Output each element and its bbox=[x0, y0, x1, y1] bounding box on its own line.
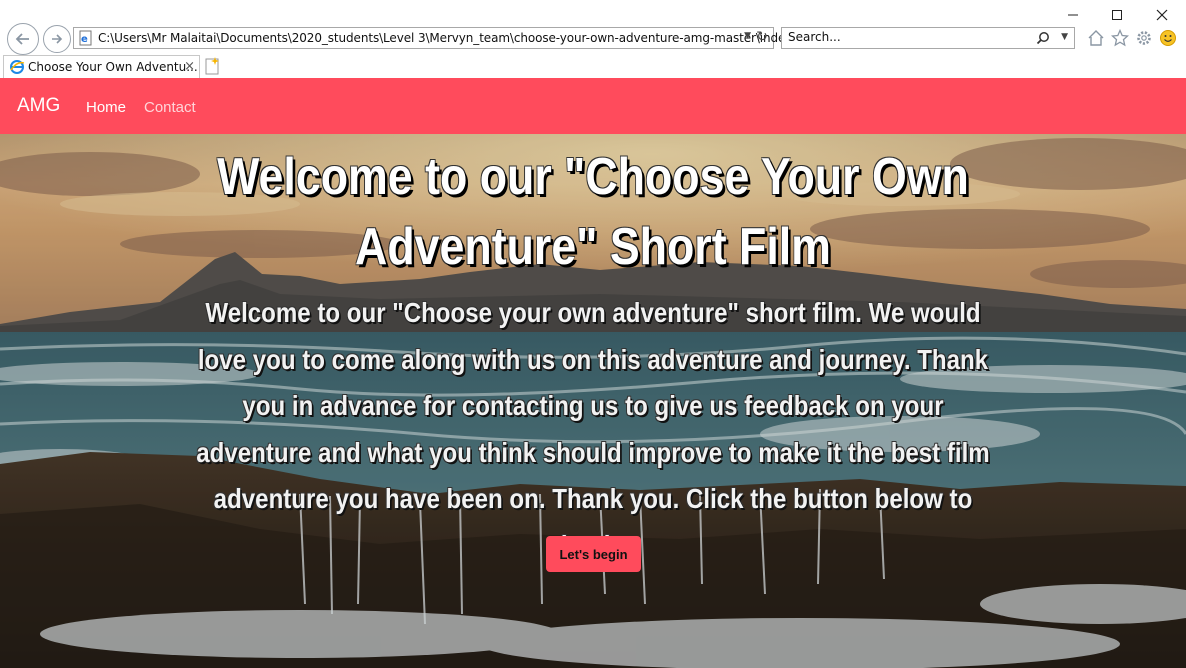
settings-button[interactable] bbox=[1134, 28, 1154, 48]
search-box[interactable]: ▼ bbox=[781, 27, 1075, 49]
search-icon[interactable] bbox=[1036, 31, 1050, 45]
site-brand[interactable]: AMG bbox=[17, 95, 60, 117]
forward-icon bbox=[52, 34, 63, 44]
web-page: AMG Home Contact Welcome to our "Choose … bbox=[0, 78, 1186, 668]
maximize-icon bbox=[1112, 10, 1122, 20]
svg-text:e: e bbox=[81, 34, 88, 45]
ie-page-icon: e bbox=[79, 30, 92, 46]
smiley-feedback-icon bbox=[1160, 30, 1176, 46]
forward-button[interactable] bbox=[43, 25, 71, 53]
hero-section: Welcome to our "Choose Your Own Adventur… bbox=[0, 134, 1186, 668]
site-navbar: AMG Home Contact bbox=[0, 78, 1186, 134]
close-icon bbox=[1156, 9, 1168, 21]
tab-close-icon[interactable]: × bbox=[184, 59, 195, 74]
browser-chrome: e C:\Users\Mr Malaitai\Documents\2020_st… bbox=[0, 0, 1186, 78]
settings-gear-icon bbox=[1137, 31, 1151, 45]
search-input[interactable] bbox=[788, 30, 1028, 44]
home-button[interactable] bbox=[1086, 28, 1106, 48]
address-bar[interactable]: e C:\Users\Mr Malaitai\Documents\2020_st… bbox=[73, 27, 796, 49]
hero-intro-text: Welcome to our "Choose your own adventur… bbox=[196, 297, 990, 561]
address-url[interactable]: C:\Users\Mr Malaitai\Documents\2020_stud… bbox=[98, 31, 796, 45]
home-icon bbox=[1088, 30, 1104, 46]
close-window-button[interactable] bbox=[1139, 3, 1185, 27]
browser-tab[interactable]: Choose Your Own Adventu... × bbox=[3, 55, 200, 78]
minimize-icon bbox=[1068, 14, 1078, 16]
favorites-button[interactable] bbox=[1110, 28, 1130, 48]
ie-tab-icon bbox=[10, 60, 25, 74]
nav-link-home[interactable]: Home bbox=[86, 99, 126, 116]
back-icon bbox=[15, 33, 29, 45]
maximize-button[interactable] bbox=[1094, 3, 1140, 27]
nav-link-contact[interactable]: Contact bbox=[144, 99, 196, 116]
lets-begin-button[interactable]: Let's begin bbox=[546, 536, 641, 572]
refresh-icon[interactable]: ↻ bbox=[756, 29, 768, 45]
new-tab-icon bbox=[205, 57, 219, 75]
back-button[interactable] bbox=[7, 23, 39, 55]
tab-title: Choose Your Own Adventu... bbox=[28, 60, 198, 74]
minimize-button[interactable] bbox=[1050, 3, 1096, 27]
new-tab-button[interactable] bbox=[202, 56, 222, 76]
dropdown-icon[interactable]: ▼ bbox=[744, 31, 751, 41]
feedback-button[interactable] bbox=[1158, 28, 1178, 48]
favorites-star-icon bbox=[1111, 29, 1129, 47]
hero-headline: Welcome to our "Choose Your Own Adventur… bbox=[217, 148, 969, 276]
search-dropdown-icon[interactable]: ▼ bbox=[1061, 32, 1068, 42]
